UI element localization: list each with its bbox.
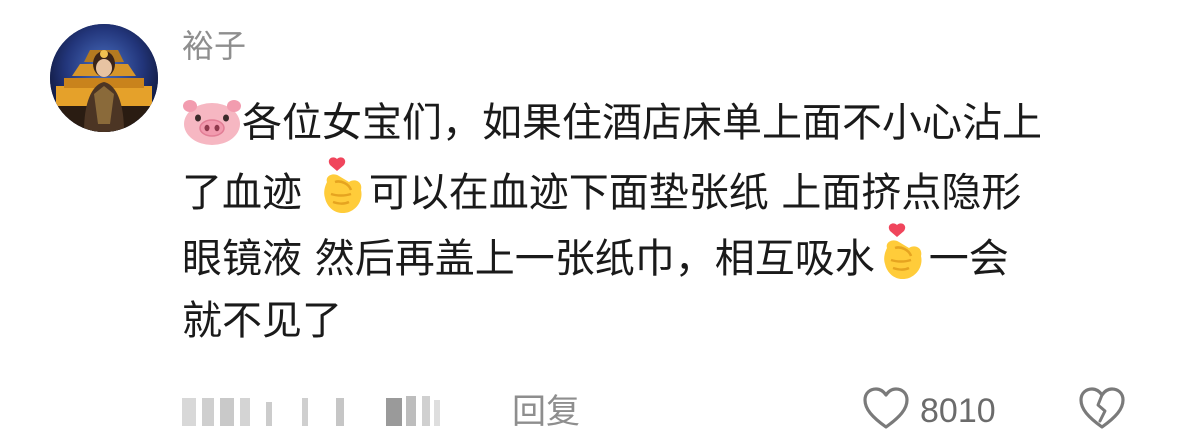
comment-text: 就不见了	[182, 298, 342, 344]
heart-icon	[862, 387, 910, 435]
comment-text: 一会	[928, 236, 1009, 282]
comment-card: 裕子 各位女宝们，如果住酒店床单上面不小心沾上 了血迹 可以在血迹下面垫张纸 上…	[0, 0, 1179, 442]
like-button[interactable]: 8010	[862, 386, 996, 436]
avatar[interactable]	[50, 24, 158, 132]
comment-line-3: 眼镜液 然后再盖上一张纸巾，相互吸水 一会	[182, 222, 1142, 288]
comment-text: 了血迹	[182, 170, 315, 216]
comment-line-4: 就不见了	[182, 288, 1142, 354]
comment-line-1: 各位女宝们，如果住酒店床单上面不小心沾上	[182, 90, 1142, 156]
comment-body: 各位女宝们，如果住酒店床单上面不小心沾上 了血迹 可以在血迹下面垫张纸 上面挤点…	[182, 90, 1142, 354]
comment-text: 眼镜液 然后再盖上一张纸巾，相互吸水	[182, 236, 875, 282]
avatar-image	[50, 24, 158, 132]
comment-footer: 回复 8010	[182, 386, 1142, 436]
username[interactable]: 裕子	[182, 24, 246, 68]
comment-text: 可以在血迹下面垫张纸 上面挤点隐形	[368, 170, 1022, 216]
timestamp-redacted	[182, 396, 440, 426]
comment-text: 各位女宝们，如果住酒店床单上面不小心沾上	[242, 100, 1042, 146]
finger-heart-icon	[875, 222, 929, 302]
like-count: 8010	[920, 391, 996, 430]
reply-button[interactable]: 回复	[512, 390, 580, 434]
comment-line-2: 了血迹 可以在血迹下面垫张纸 上面挤点隐形	[182, 156, 1142, 222]
dislike-button[interactable]	[1078, 386, 1126, 436]
broken-heart-icon	[1078, 387, 1126, 435]
